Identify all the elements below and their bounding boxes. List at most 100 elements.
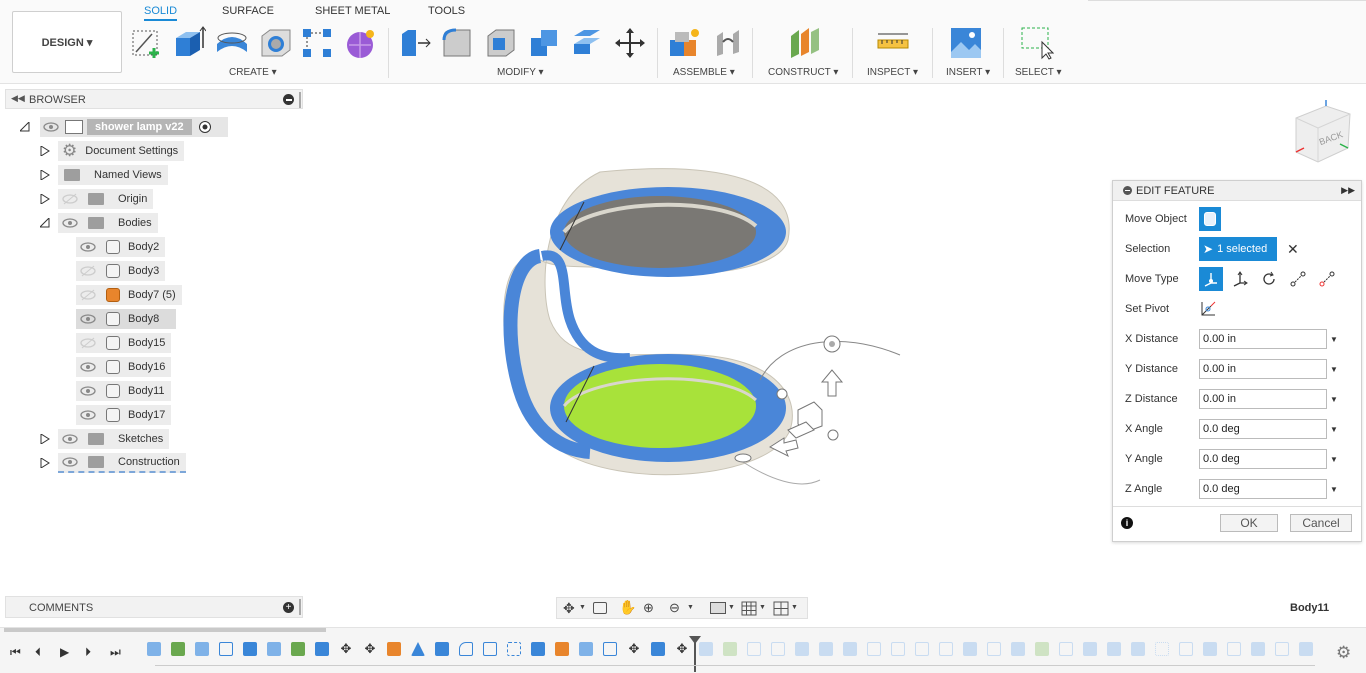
timeline-feature-icon[interactable] xyxy=(603,642,617,656)
browser-item-document-settings[interactable]: ⚙ Document Settings xyxy=(58,141,185,161)
model-viewport[interactable] xyxy=(480,160,920,490)
fit-dropdown-icon[interactable]: ▼ xyxy=(687,604,694,611)
timeline-rolled-back-icon[interactable] xyxy=(699,642,713,656)
collapse-root-icon[interactable] xyxy=(20,122,30,132)
y-angle-input[interactable]: 0.0 deg xyxy=(1199,449,1327,469)
timeline-rolled-back-icon[interactable] xyxy=(1299,642,1313,656)
insert-menu[interactable]: INSERT ▾ xyxy=(946,67,990,78)
timeline-rolled-back-icon[interactable] xyxy=(1011,642,1025,656)
go-to-end-icon[interactable]: ⏭ xyxy=(110,645,121,660)
browser-body-row[interactable]: Body2 xyxy=(76,237,166,257)
browser-item-bodies[interactable]: Bodies xyxy=(58,213,158,233)
timeline-rolled-back-icon[interactable] xyxy=(723,642,737,656)
timeline-rolled-back-icon[interactable] xyxy=(1131,642,1145,656)
x-distance-dropdown-icon[interactable]: ▼ xyxy=(1327,335,1341,344)
browser-item-origin[interactable]: Origin xyxy=(58,189,154,209)
offset-plane-icon[interactable] xyxy=(787,26,821,60)
timeline-feature-icon[interactable] xyxy=(171,642,185,656)
info-icon[interactable]: i xyxy=(1121,517,1133,529)
joint-icon[interactable] xyxy=(711,26,745,60)
eye-icon[interactable] xyxy=(62,456,78,468)
browser-body-row[interactable]: Body16 xyxy=(76,357,172,377)
timeline-rolled-back-icon[interactable] xyxy=(1059,642,1073,656)
expand-sketches-icon[interactable] xyxy=(40,434,50,444)
timeline-rolled-back-icon[interactable] xyxy=(915,642,929,656)
expand-named-views-icon[interactable] xyxy=(40,170,50,180)
timeline-rolled-back-icon[interactable] xyxy=(1251,642,1265,656)
timeline-move-icon[interactable]: ✥ xyxy=(627,642,641,656)
create-sketch-icon[interactable] xyxy=(130,26,164,60)
tab-sheet-metal[interactable]: SHEET METAL xyxy=(315,5,390,17)
look-at-icon[interactable] xyxy=(593,602,607,614)
active-radio-icon[interactable] xyxy=(198,120,212,134)
display-settings-icon[interactable] xyxy=(710,602,726,614)
tab-surface[interactable]: SURFACE xyxy=(222,5,274,17)
browser-item-named-views[interactable]: Named Views xyxy=(58,165,168,185)
timeline-feature-icon[interactable] xyxy=(195,642,209,656)
timeline-rolled-back-icon[interactable] xyxy=(795,642,809,656)
timeline-feature-icon[interactable] xyxy=(507,642,521,656)
ok-button[interactable]: OK xyxy=(1220,514,1278,532)
step-forward-icon[interactable]: ⏵ xyxy=(85,645,91,660)
fillet-icon[interactable] xyxy=(440,26,474,60)
timeline-rolled-back-icon[interactable] xyxy=(771,642,785,656)
browser-body-row[interactable]: Body17 xyxy=(76,405,172,425)
display-dropdown-icon[interactable]: ▼ xyxy=(728,604,735,611)
timeline-move-icon[interactable]: ✥ xyxy=(363,642,377,656)
select-icon[interactable] xyxy=(1020,26,1054,60)
y-distance-input[interactable]: 0.00 in xyxy=(1199,359,1327,379)
create-menu[interactable]: CREATE ▾ xyxy=(229,67,277,78)
create-form-icon[interactable] xyxy=(343,26,377,60)
zoom-icon[interactable]: ⊕ xyxy=(643,600,654,616)
free-move-icon[interactable] xyxy=(1199,267,1223,291)
browser-body-row[interactable]: Body11 xyxy=(76,381,171,401)
pin-icon[interactable] xyxy=(299,92,301,108)
timeline-rolled-back-icon[interactable] xyxy=(1179,642,1193,656)
expand-origin-icon[interactable] xyxy=(40,194,50,204)
translate-icon[interactable] xyxy=(1228,267,1252,291)
timeline-rolled-back-icon[interactable] xyxy=(1035,642,1049,656)
offset-face-icon[interactable] xyxy=(570,26,604,60)
timeline-feature-icon[interactable] xyxy=(243,642,257,656)
browser-minimize-icon[interactable] xyxy=(283,94,294,105)
select-menu[interactable]: SELECT ▾ xyxy=(1015,67,1062,78)
viewports-icon[interactable] xyxy=(773,601,789,616)
tab-tools[interactable]: TOOLS xyxy=(428,5,465,17)
pattern-icon[interactable] xyxy=(300,26,334,60)
eye-hidden-icon[interactable] xyxy=(80,337,96,349)
timeline-feature-icon[interactable] xyxy=(579,642,593,656)
play-icon[interactable]: ▶ xyxy=(60,645,69,659)
extrude-icon[interactable] xyxy=(172,26,206,60)
timeline-rolled-back-icon[interactable] xyxy=(1275,642,1289,656)
timeline-rolled-back-icon[interactable] xyxy=(963,642,977,656)
z-distance-input[interactable]: 0.00 in xyxy=(1199,389,1327,409)
timeline-feature-icon[interactable] xyxy=(483,642,497,656)
inspect-menu[interactable]: INSPECT ▾ xyxy=(867,67,918,78)
timeline-move-icon[interactable]: ✥ xyxy=(675,642,689,656)
timeline-rolled-back-icon[interactable] xyxy=(1203,642,1217,656)
eye-icon[interactable] xyxy=(80,361,96,373)
timeline-feature-icon[interactable] xyxy=(435,642,449,656)
combine-icon[interactable] xyxy=(527,26,561,60)
eye-icon[interactable] xyxy=(80,385,96,397)
move-icon[interactable] xyxy=(613,26,647,60)
x-angle-input[interactable]: 0.0 deg xyxy=(1199,419,1327,439)
new-component-icon[interactable] xyxy=(667,26,701,60)
press-pull-icon[interactable] xyxy=(398,26,432,60)
browser-item-construction[interactable]: Construction xyxy=(58,453,186,473)
eye-icon[interactable] xyxy=(62,217,78,229)
timeline-feature-icon[interactable] xyxy=(651,642,665,656)
pin-icon[interactable] xyxy=(299,599,301,615)
timeline-move-icon[interactable]: ✥ xyxy=(339,642,353,656)
selection-button[interactable]: ➤ 1 selected xyxy=(1199,237,1277,261)
fit-icon[interactable]: ⊖ xyxy=(669,600,680,616)
hole-icon[interactable] xyxy=(258,26,292,60)
viewports-dropdown-icon[interactable]: ▼ xyxy=(791,604,798,611)
timeline-rolled-back-icon[interactable] xyxy=(843,642,857,656)
z-angle-input[interactable]: 0.0 deg xyxy=(1199,479,1327,499)
assemble-menu[interactable]: ASSEMBLE ▾ xyxy=(673,67,735,78)
add-comment-icon[interactable]: + xyxy=(283,602,294,613)
timeline-feature-icon[interactable] xyxy=(387,642,401,656)
orbit-dropdown-icon[interactable]: ▼ xyxy=(579,604,586,611)
grid-icon[interactable] xyxy=(741,601,757,616)
